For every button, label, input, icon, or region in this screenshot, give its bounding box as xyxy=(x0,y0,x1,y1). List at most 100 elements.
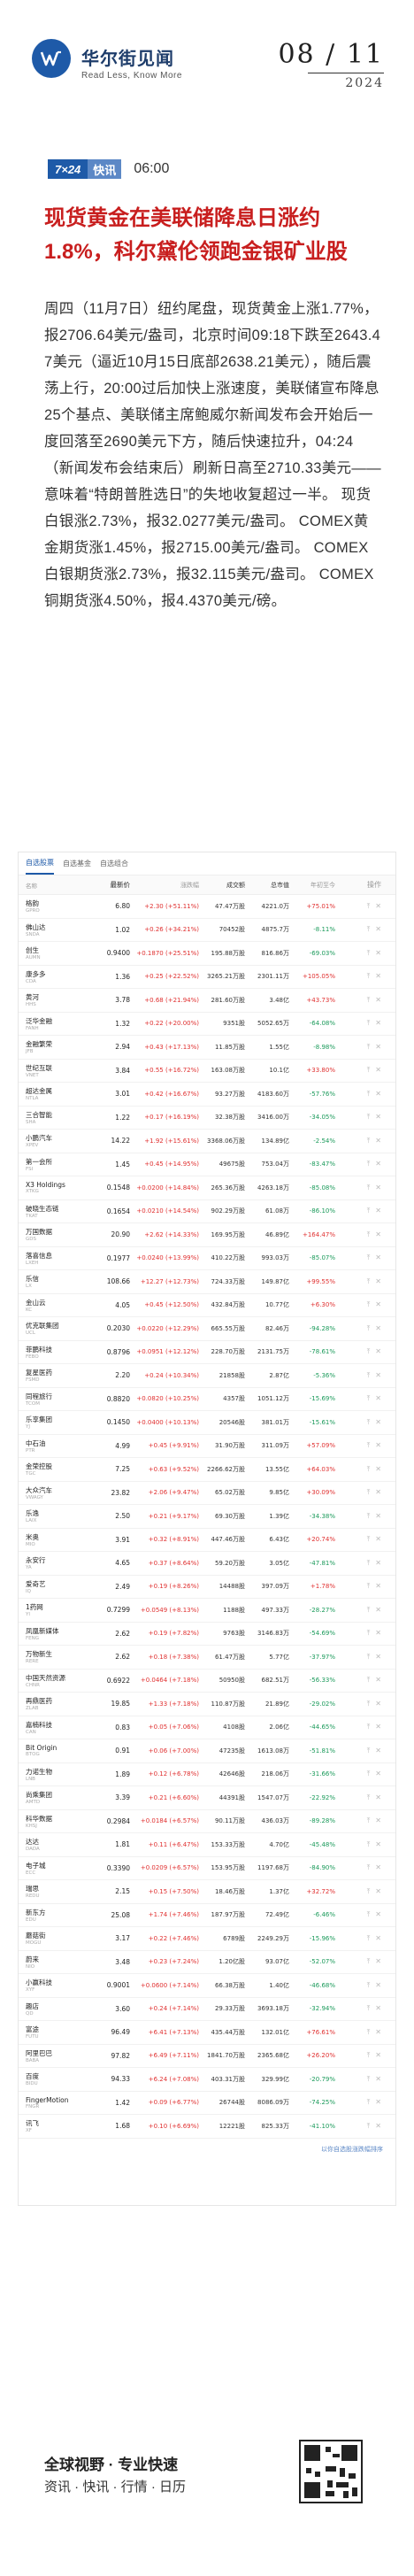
stock-row[interactable]: 再鼎医药 ZLAB 19.85 +1.33 (+7.18%) 110.87万股 21.89… xyxy=(19,1693,395,1716)
pin-top-icon[interactable]: ⤒ xyxy=(367,1230,371,1239)
pin-top-icon[interactable]: ⤒ xyxy=(367,1934,371,1943)
stock-row[interactable]: 阿里巴巴 BABA 97.82 +6.49 (+7.11%) 1841.70万股 2365… xyxy=(19,2045,395,2068)
delete-icon[interactable]: ✕ xyxy=(375,972,381,981)
pin-top-icon[interactable]: ⤒ xyxy=(367,1090,371,1099)
pin-top-icon[interactable]: ⤒ xyxy=(367,1863,371,1872)
stock-row[interactable]: 爱奇艺 IQ 2.49 +0.19 (+8.26%) 14488股 397.09万 +1.7… xyxy=(19,1576,395,1599)
stock-row[interactable]: 万物新生 RERE 2.62 +0.18 (+7.38%) 61.47万股 5.77亿 -3… xyxy=(19,1646,395,1670)
stock-row[interactable]: 力诺生物 LNB 1.89 +0.12 (+6.78%) 42646股 218.06万 -3… xyxy=(19,1763,395,1786)
pin-top-icon[interactable]: ⤒ xyxy=(367,2051,371,2060)
delete-icon[interactable]: ✕ xyxy=(375,2075,381,2084)
pin-top-icon[interactable]: ⤒ xyxy=(367,949,371,958)
delete-icon[interactable]: ✕ xyxy=(375,1465,381,1474)
stock-row[interactable]: 乐信 LX 108.66 +12.27 (+12.73%) 724.33万股 149.87… xyxy=(19,1270,395,1294)
pin-top-icon[interactable]: ⤒ xyxy=(367,1700,371,1708)
delete-icon[interactable]: ✕ xyxy=(375,1113,381,1122)
stock-row[interactable]: 尚乘集团 AMTD 3.39 +0.21 (+6.60%) 44391股 1547.07万… xyxy=(19,1786,395,1810)
pin-top-icon[interactable]: ⤒ xyxy=(367,1300,371,1309)
pin-top-icon[interactable]: ⤒ xyxy=(367,1253,371,1262)
delete-icon[interactable]: ✕ xyxy=(375,2028,381,2037)
delete-icon[interactable]: ✕ xyxy=(375,1629,381,1638)
delete-icon[interactable]: ✕ xyxy=(375,1371,381,1380)
pin-top-icon[interactable]: ⤒ xyxy=(367,1981,371,1990)
stock-row[interactable]: X3 Holdings XTKG 0.1548 +0.0200 (+14.84%) 26… xyxy=(19,1176,395,1200)
stock-row[interactable]: FingerMotion FNGR 1.42 +0.09 (+6.77%) 26744股… xyxy=(19,2092,395,2115)
stock-row[interactable]: 百度 BIDU 94.33 +6.24 (+7.08%) 403.31万股 329.99亿… xyxy=(19,2068,395,2092)
pin-top-icon[interactable]: ⤒ xyxy=(367,2122,371,2131)
pin-top-icon[interactable]: ⤒ xyxy=(367,1207,371,1215)
pin-top-icon[interactable]: ⤒ xyxy=(367,1066,371,1075)
pin-top-icon[interactable]: ⤒ xyxy=(367,1840,371,1849)
delete-icon[interactable]: ✕ xyxy=(375,1019,381,1028)
delete-icon[interactable]: ✕ xyxy=(375,1347,381,1356)
pin-top-icon[interactable]: ⤒ xyxy=(367,1582,371,1591)
delete-icon[interactable]: ✕ xyxy=(375,1723,381,1731)
delete-icon[interactable]: ✕ xyxy=(375,1863,381,1872)
delete-icon[interactable]: ✕ xyxy=(375,1887,381,1896)
stock-row[interactable]: 菲鹏科技 FEBO 0.8796 +0.0951 (+12.12%) 228.70万股 2… xyxy=(19,1341,395,1364)
delete-icon[interactable]: ✕ xyxy=(375,1747,381,1755)
tab-stocks[interactable]: 自选股票 xyxy=(26,852,54,875)
stock-row[interactable]: 黄河 HHS 3.78 +0.68 (+21.94%) 281.60万股 3.48亿 +43… xyxy=(19,989,395,1013)
pin-top-icon[interactable]: ⤒ xyxy=(367,1747,371,1755)
stock-row[interactable]: 万国数据 GDS 20.90 +2.62 (+14.33%) 169.95万股 46.89… xyxy=(19,1223,395,1247)
pin-top-icon[interactable]: ⤒ xyxy=(367,1887,371,1896)
delete-icon[interactable]: ✕ xyxy=(375,1300,381,1309)
pin-top-icon[interactable]: ⤒ xyxy=(367,1723,371,1731)
stock-row[interactable]: 1药网 YI 0.7299 +0.0549 (+8.13%) 1188股 497.33万 -… xyxy=(19,1599,395,1623)
stock-row[interactable]: 金山云 KC 4.05 +0.45 (+12.50%) 432.84万股 10.77亿 +6… xyxy=(19,1294,395,1317)
stock-row[interactable]: 金融繁荣 JFB 2.94 +0.43 (+17.13%) 11.85万股 1.55亿 -8… xyxy=(19,1036,395,1060)
delete-icon[interactable]: ✕ xyxy=(375,1535,381,1544)
stock-row[interactable]: 中石油 PTR 4.99 +0.45 (+9.91%) 31.90万股 311.09万 +5… xyxy=(19,1435,395,1458)
stock-row[interactable]: 佛山达 SNDA 1.02 +0.26 (+34.21%) 70452股 4875.7万 -… xyxy=(19,919,395,942)
stock-row[interactable]: 新东方 EDU 25.08 +1.74 (+7.46%) 187.97万股 72.49亿 -… xyxy=(19,1904,395,1927)
delete-icon[interactable]: ✕ xyxy=(375,1910,381,1919)
delete-icon[interactable]: ✕ xyxy=(375,2004,381,2013)
delete-icon[interactable]: ✕ xyxy=(375,1512,381,1521)
pin-top-icon[interactable]: ⤒ xyxy=(367,972,371,981)
pin-top-icon[interactable]: ⤒ xyxy=(367,2098,371,2107)
stock-row[interactable]: 格韵 GPRO 6.80 +2.30 (+51.11%) 47.47万股 4221.0万 +… xyxy=(19,895,395,919)
delete-icon[interactable]: ✕ xyxy=(375,1676,381,1685)
stock-row[interactable]: 凤凰新媒体 FENG 2.62 +0.19 (+7.82%) 9763股 3146.83万… xyxy=(19,1623,395,1646)
pin-top-icon[interactable]: ⤒ xyxy=(367,1793,371,1802)
pin-top-icon[interactable]: ⤒ xyxy=(367,1535,371,1544)
delete-icon[interactable]: ✕ xyxy=(375,1981,381,1990)
stock-row[interactable]: 创生 AUMN 0.9400 +0.1870 (+25.51%) 195.88万股 816… xyxy=(19,942,395,966)
delete-icon[interactable]: ✕ xyxy=(375,949,381,958)
pin-top-icon[interactable]: ⤒ xyxy=(367,1184,371,1192)
stock-row[interactable]: 超达金属 NTLA 3.01 +0.42 (+16.67%) 93.27万股 4183.6… xyxy=(19,1083,395,1107)
pin-top-icon[interactable]: ⤒ xyxy=(367,902,371,911)
delete-icon[interactable]: ✕ xyxy=(375,1582,381,1591)
stock-row[interactable]: 复星医药 FSMD 2.20 +0.24 (+10.34%) 21858股 2.87亿 -5… xyxy=(19,1364,395,1388)
stock-row[interactable]: Bit Origin BTOG 0.91 +0.06 (+7.00%) 47235股 16… xyxy=(19,1739,395,1763)
tab-portfolios[interactable]: 自选组合 xyxy=(100,853,128,874)
pin-top-icon[interactable]: ⤒ xyxy=(367,1816,371,1825)
stock-row[interactable]: 富途 FUTU 96.49 +6.41 (+7.13%) 435.44万股 132.01亿… xyxy=(19,2021,395,2045)
stock-row[interactable]: 永安行 YA 4.65 +0.37 (+8.64%) 59.20万股 3.05亿 -47.8… xyxy=(19,1552,395,1576)
pin-top-icon[interactable]: ⤒ xyxy=(367,1441,371,1450)
pin-top-icon[interactable]: ⤒ xyxy=(367,1418,371,1427)
pin-top-icon[interactable]: ⤒ xyxy=(367,2075,371,2084)
pin-top-icon[interactable]: ⤒ xyxy=(367,1629,371,1638)
delete-icon[interactable]: ✕ xyxy=(375,1934,381,1943)
pin-top-icon[interactable]: ⤒ xyxy=(367,996,371,1005)
stock-row[interactable]: 瑞思 REDU 2.15 +0.15 (+7.50%) 18.46万股 1.37亿 +32.… xyxy=(19,1880,395,1904)
delete-icon[interactable]: ✕ xyxy=(375,1840,381,1849)
delete-icon[interactable]: ✕ xyxy=(375,1394,381,1403)
stock-row[interactable]: 泛华金融 FANH 1.32 +0.22 (+20.00%) 9351股 5052.65万… xyxy=(19,1013,395,1036)
pin-top-icon[interactable]: ⤒ xyxy=(367,1653,371,1662)
stock-row[interactable]: 落喜信息 LXEH 0.1977 +0.0240 (+13.99%) 410.22万股 9… xyxy=(19,1247,395,1270)
pin-top-icon[interactable]: ⤒ xyxy=(367,1910,371,1919)
pin-top-icon[interactable]: ⤒ xyxy=(367,1606,371,1615)
delete-icon[interactable]: ✕ xyxy=(375,2098,381,2107)
stock-row[interactable]: 蘑菇街 MOGU 3.17 +0.22 (+7.46%) 6789股 2249.29万 -1… xyxy=(19,1927,395,1951)
stock-row[interactable]: 乐享集团 YJ 0.1450 +0.0400 (+10.13%) 20546股 381.0… xyxy=(19,1411,395,1435)
stock-row[interactable]: 金荣控股 TGC 7.25 +0.63 (+9.52%) 2266.62万股 13.55亿… xyxy=(19,1458,395,1482)
stock-row[interactable]: 米奥 MIO 3.91 +0.32 (+8.91%) 447.46万股 6.43亿 +20.… xyxy=(19,1529,395,1552)
col-change[interactable]: 涨跌幅 xyxy=(130,881,199,890)
pin-top-icon[interactable]: ⤒ xyxy=(367,1676,371,1685)
pin-top-icon[interactable]: ⤒ xyxy=(367,1277,371,1286)
pin-top-icon[interactable]: ⤒ xyxy=(367,1957,371,1966)
pin-top-icon[interactable]: ⤒ xyxy=(367,1465,371,1474)
